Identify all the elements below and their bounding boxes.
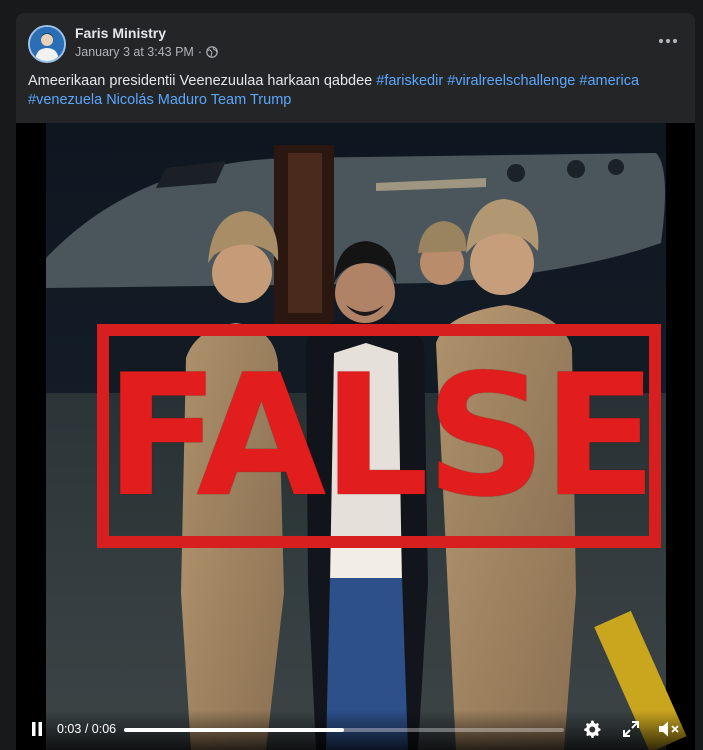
author-name[interactable]: Faris Ministry [75,25,166,41]
false-stamp-text: FALSE [104,338,657,534]
hashtag-fariskedir[interactable]: #fariskedir [376,73,443,89]
video-player[interactable]: FALSE 0:03 / 0:06 [16,123,695,750]
tag-nicolas[interactable]: Nicolás [106,92,154,108]
hashtag-venezuela[interactable]: #venezuela [28,92,102,108]
more-horizontal-icon[interactable] [655,31,681,51]
post-caption: Ameerikaan presidentii Veenezuulaa harka… [28,72,678,110]
hashtag-america[interactable]: #america [579,73,639,89]
post-card: Faris Ministry January 3 at 3:43 PM · Am… [16,13,695,750]
progress-bar[interactable] [124,728,564,732]
post-meta: January 3 at 3:43 PM · [75,45,218,59]
tag-team[interactable]: Team [211,92,246,108]
caption-text: Ameerikaan presidentii Veenezuulaa harka… [28,73,373,89]
meta-separator: · [197,45,202,59]
post-timestamp[interactable]: January 3 at 3:43 PM [75,45,194,59]
tag-trump[interactable]: Trump [250,92,291,108]
pause-icon[interactable] [30,721,44,737]
globe-icon [206,46,218,58]
hashtag-viralreelschallenge[interactable]: #viralreelschallenge [447,73,575,89]
duration: 0:06 [91,722,117,736]
tag-maduro[interactable]: Maduro [158,92,207,108]
profile-photo [30,27,64,61]
post-header: Faris Ministry January 3 at 3:43 PM · [16,13,695,73]
video-controls: 0:03 / 0:06 [16,710,695,750]
current-time: 0:03 [57,722,82,736]
false-stamp: FALSE [97,324,661,548]
gear-icon[interactable] [582,719,602,739]
progress-fill [124,728,344,732]
time-display: 0:03 / 0:06 [57,722,116,736]
avatar[interactable] [28,25,66,63]
volume-muted-icon[interactable] [658,720,682,738]
time-separator: / [84,722,89,736]
fullscreen-icon[interactable] [622,720,640,738]
